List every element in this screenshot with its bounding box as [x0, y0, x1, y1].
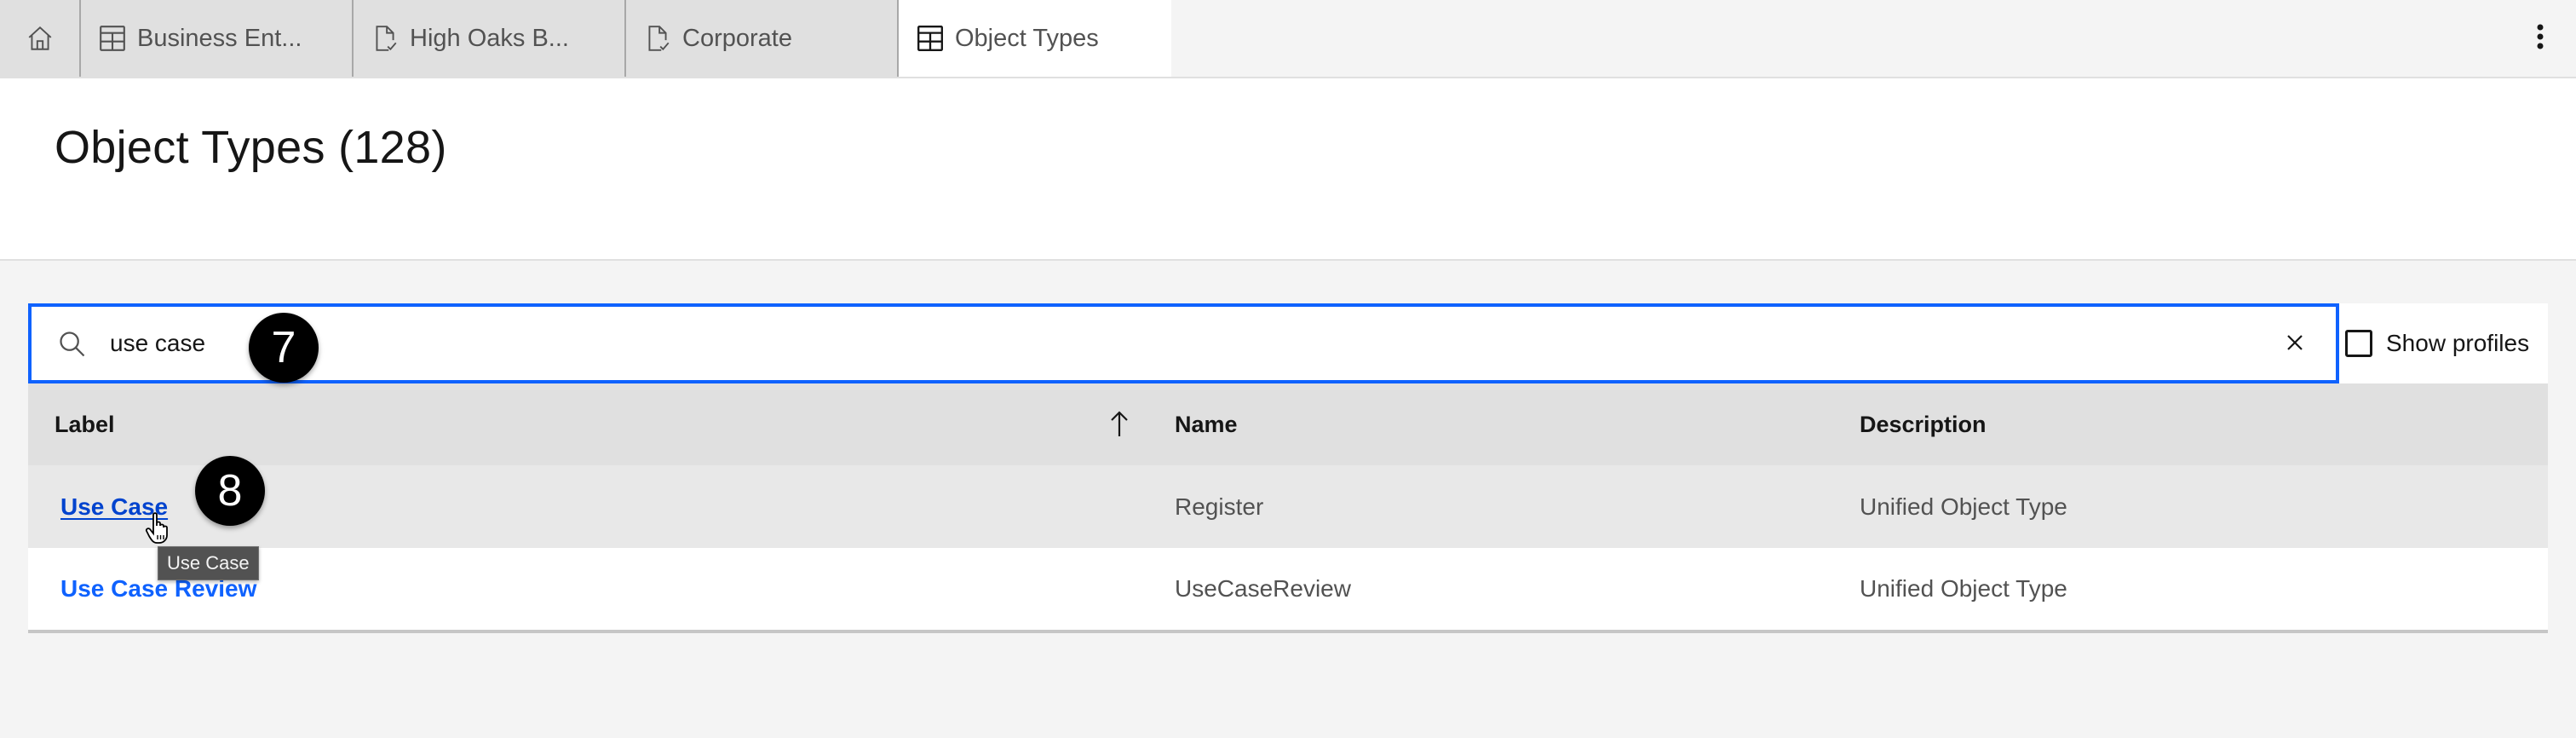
page-header: Object Types (128): [0, 78, 2576, 261]
hand-pointer-cursor-icon: [145, 511, 175, 545]
label-tooltip: Use Case: [158, 546, 259, 580]
document-check-icon: [643, 24, 672, 53]
search-icon: [57, 329, 88, 360]
tab-label: Object Types: [955, 24, 1099, 52]
tab-label: Business Ent...: [137, 24, 302, 52]
table-icon: [98, 24, 127, 53]
row-name: Register: [1175, 493, 1264, 520]
page-title: Object Types (128): [55, 122, 447, 173]
tab-bar: Business Ent... High Oaks B... Corporate…: [0, 0, 2576, 78]
close-icon: [2286, 333, 2304, 356]
overflow-menu-vertical-icon: [2535, 22, 2545, 55]
object-types-table: Label Name Description Use Case Register…: [28, 383, 2548, 633]
table-icon: [916, 24, 945, 53]
step-badge-8: 8: [195, 456, 265, 526]
show-profiles-control: Show profiles: [2339, 303, 2548, 383]
table-bottom-border: [28, 630, 2548, 633]
tab-home[interactable]: [0, 0, 81, 77]
home-icon: [26, 24, 55, 53]
show-profiles-checkbox[interactable]: [2345, 330, 2372, 357]
table-header-row: Label Name Description: [28, 383, 2548, 465]
search-field[interactable]: [28, 303, 2339, 383]
search-input[interactable]: [110, 322, 2240, 365]
row-description: Unified Object Type: [1860, 493, 2067, 520]
tab-label: High Oaks B...: [410, 24, 569, 52]
column-header-name[interactable]: Name: [1175, 383, 1238, 465]
tab-high-oaks[interactable]: High Oaks B...: [354, 0, 626, 77]
tab-corporate[interactable]: Corporate: [626, 0, 899, 77]
document-check-icon: [371, 24, 400, 53]
show-profiles-label[interactable]: Show profiles: [2386, 330, 2529, 357]
clear-search-button[interactable]: [2280, 329, 2310, 360]
column-header-description[interactable]: Description: [1860, 383, 1987, 465]
row-name: UseCaseReview: [1175, 575, 1351, 602]
overflow-menu-button[interactable]: [2523, 21, 2557, 55]
table-row[interactable]: Use Case Review UseCaseReview Unified Ob…: [28, 548, 2548, 630]
table-row[interactable]: Use Case Register Unified Object Type: [28, 465, 2548, 548]
tab-business-entities[interactable]: Business Ent...: [81, 0, 354, 77]
sort-ascending-icon[interactable]: [1107, 409, 1132, 440]
step-badge-7: 7: [249, 313, 319, 383]
row-description: Unified Object Type: [1860, 575, 2067, 602]
column-header-label[interactable]: Label: [55, 383, 115, 465]
tab-label: Corporate: [682, 24, 792, 52]
tab-object-types[interactable]: Object Types: [899, 0, 1171, 77]
